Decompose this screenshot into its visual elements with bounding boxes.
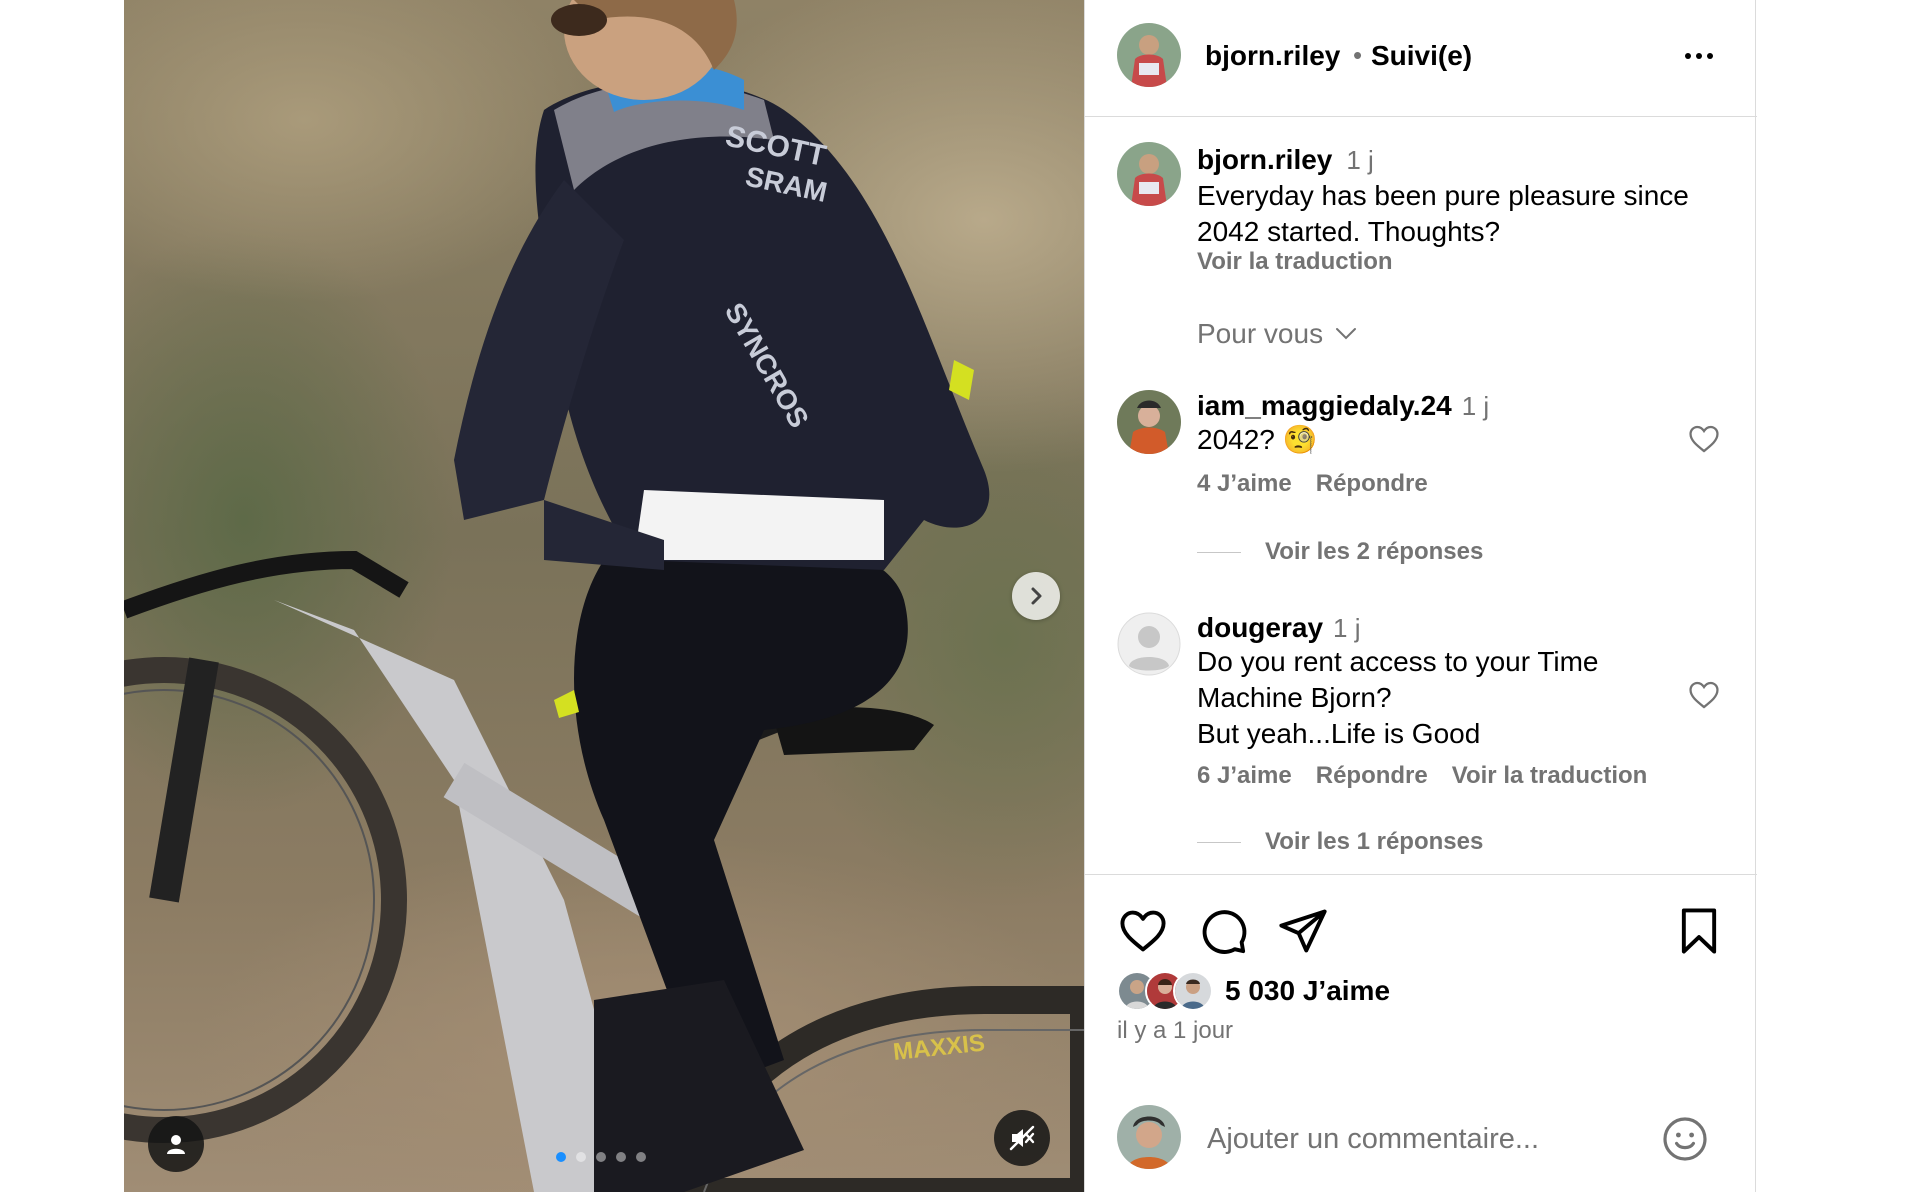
carousel-dot bbox=[556, 1152, 566, 1162]
post-video-frame: SCOTT SRAM SYNCROS MAXXIS bbox=[124, 0, 1084, 1192]
comments-section[interactable]: bjorn.riley 1 j Everyday has been pure pl… bbox=[1085, 118, 1757, 873]
post-actions-footer: 5 030 J’aime il y a 1 jour Ajouter un co… bbox=[1085, 874, 1757, 1192]
comment-likes-count[interactable]: 6 J’aime bbox=[1197, 762, 1292, 790]
current-user-avatar bbox=[1117, 1105, 1181, 1169]
caption-username[interactable]: bjorn.riley bbox=[1197, 144, 1332, 175]
tagged-users-button[interactable] bbox=[148, 1116, 204, 1172]
mute-button[interactable] bbox=[994, 1110, 1050, 1166]
emoji-icon[interactable] bbox=[1661, 1115, 1709, 1163]
post-timestamp[interactable]: il y a 1 jour bbox=[1117, 1017, 1233, 1045]
comment-header: dougeray 1 j bbox=[1197, 612, 1361, 644]
heart-icon[interactable] bbox=[1117, 905, 1169, 957]
comment-filter-label: Pour vous bbox=[1197, 318, 1324, 349]
comment-text: Do you rent access to your Time Machine … bbox=[1197, 644, 1667, 752]
send-icon[interactable] bbox=[1277, 905, 1329, 957]
author-username[interactable]: bjorn.riley bbox=[1205, 40, 1340, 72]
caption-avatar[interactable] bbox=[1117, 142, 1181, 206]
more-options-button[interactable] bbox=[1677, 36, 1721, 76]
user-tag-icon bbox=[167, 1135, 185, 1154]
comment-text-line: Do you rent access to your Time bbox=[1197, 646, 1599, 677]
svg-text:MAXXIS: MAXXIS bbox=[892, 1029, 986, 1065]
comment-actions: 6 J’aime Répondre Voir la traduction bbox=[1197, 762, 1647, 790]
replies-divider bbox=[1197, 841, 1241, 843]
comment-text-line: Machine Bjorn? bbox=[1197, 682, 1392, 713]
bookmark-icon[interactable] bbox=[1673, 905, 1725, 957]
comment-filter-dropdown[interactable]: Pour vous bbox=[1197, 318, 1357, 350]
comment-text-line: But yeah...Life is Good bbox=[1197, 718, 1481, 749]
comment-icon[interactable] bbox=[1197, 905, 1249, 957]
liker-avatar bbox=[1173, 971, 1213, 1011]
speaker-muted-icon bbox=[1009, 1125, 1035, 1151]
carousel-dot bbox=[636, 1152, 646, 1162]
emoji-face-monocle: 🧐 bbox=[1282, 424, 1318, 455]
comment-likes-count[interactable]: 4 J’aime bbox=[1197, 470, 1292, 498]
comment-like-heart-icon[interactable] bbox=[1687, 678, 1721, 712]
comment-time[interactable]: 1 j bbox=[1333, 613, 1360, 643]
commenter-avatar-default[interactable] bbox=[1117, 612, 1181, 676]
comment-username[interactable]: dougeray bbox=[1197, 612, 1323, 643]
comment-header: iam_maggiedaly.24 1 j bbox=[1197, 390, 1489, 422]
view-replies-button[interactable]: Voir les 1 réponses bbox=[1197, 828, 1483, 856]
comment-time[interactable]: 1 j bbox=[1462, 391, 1489, 421]
header-separator: • bbox=[1353, 40, 1363, 70]
chevron-down-icon bbox=[1336, 328, 1357, 340]
commenter-avatar[interactable] bbox=[1117, 390, 1181, 454]
carousel-dot bbox=[576, 1152, 586, 1162]
caption-time[interactable]: 1 j bbox=[1346, 145, 1373, 175]
carousel-dot bbox=[596, 1152, 606, 1162]
post-sidebar: bjorn.riley • Suivi(e) bjorn.riley 1 j Ev… bbox=[1084, 0, 1757, 1192]
comment-input[interactable]: Ajouter un commentaire... bbox=[1207, 1123, 1539, 1156]
reply-button[interactable]: Répondre bbox=[1316, 762, 1428, 790]
caption-header: bjorn.riley 1 j bbox=[1197, 144, 1374, 176]
likes-count[interactable]: 5 030 J’aime bbox=[1225, 975, 1390, 1007]
comment-username[interactable]: iam_maggiedaly.24 bbox=[1197, 390, 1452, 421]
post-media[interactable]: SCOTT SRAM SYNCROS MAXXIS bbox=[124, 0, 1084, 1192]
view-replies-button[interactable]: Voir les 2 réponses bbox=[1197, 538, 1483, 566]
comment-like-heart-icon[interactable] bbox=[1687, 422, 1721, 456]
comment-actions: 4 J’aime Répondre bbox=[1197, 470, 1428, 498]
comment-translate-link[interactable]: Voir la traduction bbox=[1452, 762, 1648, 790]
view-replies-label: Voir les 1 réponses bbox=[1265, 828, 1484, 855]
chevron-right-icon bbox=[1031, 587, 1042, 605]
comment-text: 2042? 🧐 bbox=[1197, 422, 1667, 458]
follow-status-button[interactable]: Suivi(e) bbox=[1371, 40, 1472, 72]
post-header: bjorn.riley • Suivi(e) bbox=[1085, 0, 1757, 117]
add-comment-bar: Ajouter un commentaire... bbox=[1085, 1091, 1757, 1192]
next-slide-button[interactable] bbox=[1012, 572, 1060, 620]
likes-summary[interactable]: 5 030 J’aime bbox=[1117, 971, 1390, 1011]
carousel-indicator bbox=[556, 1152, 646, 1162]
caption-text: Everyday has been pure pleasure since 20… bbox=[1197, 180, 1689, 247]
view-replies-label: Voir les 2 réponses bbox=[1265, 538, 1484, 565]
author-avatar[interactable] bbox=[1117, 23, 1181, 87]
caption-translate-link[interactable]: Voir la traduction bbox=[1197, 248, 1393, 276]
reply-button[interactable]: Répondre bbox=[1316, 470, 1428, 498]
replies-divider bbox=[1197, 551, 1241, 553]
more-icon bbox=[1685, 53, 1691, 59]
comment-text-content: 2042? bbox=[1197, 424, 1275, 455]
carousel-dot bbox=[616, 1152, 626, 1162]
